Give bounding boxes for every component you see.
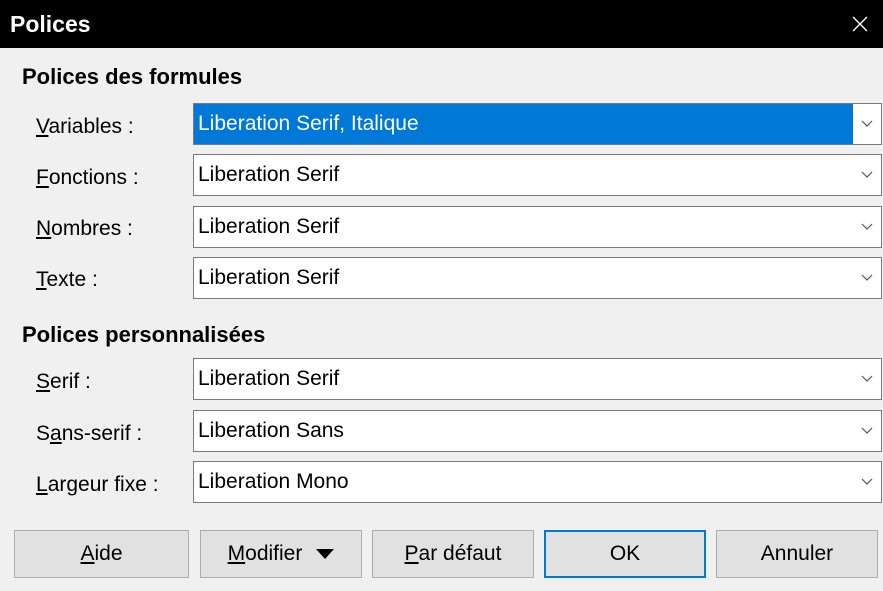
chevron-down-icon[interactable] [853, 411, 881, 451]
chevron-down-icon[interactable] [853, 359, 881, 399]
close-button[interactable] [837, 0, 883, 48]
fonts-dialog: Polices Polices des formules Variables :… [0, 0, 883, 591]
sans-serif-font-value: Liberation Sans [198, 419, 344, 442]
variables-font-select[interactable]: Liberation Serif, Italique [193, 103, 882, 145]
serif-font-select[interactable]: Liberation Serif [193, 358, 882, 400]
text-label: Texte : [36, 268, 98, 291]
numbers-label: Nombres : [36, 217, 133, 240]
close-icon [852, 16, 868, 32]
formula-fonts-heading: Polices des formules [22, 64, 243, 89]
sans-serif-label: Sans-serif : [36, 422, 143, 445]
fixed-width-font-value: Liberation Mono [198, 470, 349, 493]
chevron-down-icon[interactable] [853, 207, 881, 247]
text-font-select[interactable]: Liberation Serif [193, 257, 882, 299]
dropdown-arrow-icon [316, 549, 335, 559]
text-font-value: Liberation Serif [198, 266, 340, 289]
default-button[interactable]: Par défaut [372, 530, 534, 578]
chevron-down-icon[interactable] [853, 462, 881, 502]
functions-font-value: Liberation Serif [198, 163, 340, 186]
functions-font-select[interactable]: Liberation Serif [193, 154, 882, 196]
sans-serif-font-select[interactable]: Liberation Sans [193, 410, 882, 452]
ok-button[interactable]: OK [544, 530, 706, 578]
custom-fonts-heading: Polices personnalisées [22, 322, 266, 347]
functions-label: Fonctions : [36, 166, 139, 189]
serif-font-value: Liberation Serif [198, 367, 340, 390]
variables-font-value: Liberation Serif, Italique [194, 104, 853, 144]
modify-button[interactable]: Modifier [200, 530, 362, 578]
title-bar: Polices [0, 0, 883, 48]
chevron-down-icon[interactable] [853, 104, 881, 144]
dialog-title: Polices [10, 11, 91, 37]
chevron-down-icon[interactable] [853, 258, 881, 298]
serif-label: Serif : [36, 370, 91, 393]
variables-label: Variables : [36, 115, 134, 138]
help-button[interactable]: Aide [14, 530, 189, 578]
fixed-width-label: Largeur fixe : [36, 473, 159, 496]
fixed-width-font-select[interactable]: Liberation Mono [193, 461, 882, 503]
numbers-font-value: Liberation Serif [198, 215, 340, 238]
chevron-down-icon[interactable] [853, 155, 881, 195]
numbers-font-select[interactable]: Liberation Serif [193, 206, 882, 248]
cancel-button[interactable]: Annuler [716, 530, 878, 578]
